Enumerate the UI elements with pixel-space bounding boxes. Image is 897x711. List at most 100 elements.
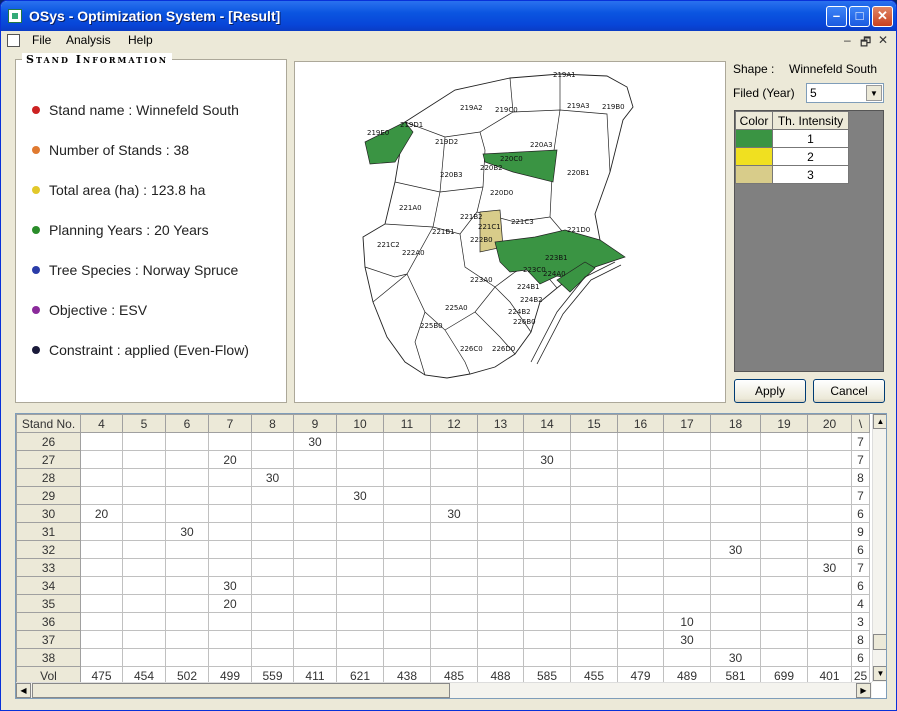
title-bar[interactable]: OSys - Optimization System - [Result] – … (1, 1, 896, 31)
grid-cell[interactable] (80, 522, 123, 541)
grid-cell[interactable]: 20 (208, 594, 252, 613)
grid-cell[interactable] (807, 450, 852, 469)
table-row[interactable]: 26 30 7 (16, 432, 870, 451)
grid-cell[interactable]: 8 (851, 630, 870, 649)
grid-cell[interactable] (760, 504, 808, 523)
grid-cell[interactable] (383, 522, 431, 541)
grid-cell[interactable] (710, 450, 761, 469)
row-header-cell[interactable]: 38 (16, 648, 81, 667)
grid-cell[interactable] (477, 522, 524, 541)
grid-cell[interactable] (430, 576, 478, 595)
grid-cell[interactable] (251, 486, 294, 505)
grid-cell[interactable] (251, 504, 294, 523)
grid-cell[interactable] (293, 450, 337, 469)
grid-header-year[interactable]: 8 (251, 414, 294, 433)
grid-cell[interactable] (293, 558, 337, 577)
grid-cell[interactable] (165, 540, 209, 559)
grid-cell[interactable] (477, 630, 524, 649)
grid-cell[interactable] (165, 450, 209, 469)
grid-cell[interactable] (80, 648, 123, 667)
grid-cell[interactable] (760, 558, 808, 577)
grid-cell[interactable] (617, 648, 664, 667)
grid-cell[interactable] (383, 612, 431, 631)
grid-cell[interactable] (477, 468, 524, 487)
grid-cell[interactable] (663, 558, 711, 577)
grid-cell[interactable] (617, 450, 664, 469)
grid-cell[interactable] (663, 468, 711, 487)
grid-cell[interactable] (336, 648, 384, 667)
grid-cell[interactable] (430, 612, 478, 631)
grid-cell[interactable] (570, 540, 618, 559)
grid-cell[interactable] (523, 522, 571, 541)
grid-cell[interactable] (336, 558, 384, 577)
row-header-cell[interactable]: 27 (16, 450, 81, 469)
grid-cell[interactable] (760, 486, 808, 505)
table-row[interactable]: 28 30 8 (16, 468, 870, 487)
grid-cell[interactable] (617, 594, 664, 613)
grid-cell[interactable] (760, 432, 808, 451)
grid-cell[interactable] (430, 522, 478, 541)
grid-cell[interactable] (807, 486, 852, 505)
scroll-left-arrow-icon[interactable]: ◀ (16, 683, 31, 698)
table-row[interactable]: 29 30 7 (16, 486, 870, 505)
grid-cell[interactable] (122, 630, 166, 649)
row-header-cell[interactable]: 28 (16, 468, 81, 487)
grid-cell[interactable] (336, 468, 384, 487)
grid-cell[interactable] (617, 468, 664, 487)
grid-header-year[interactable]: 5 (122, 414, 166, 433)
grid-cell[interactable] (208, 432, 252, 451)
grid-cell[interactable] (430, 594, 478, 613)
grid-cell[interactable] (570, 468, 618, 487)
grid-cell[interactable] (80, 540, 123, 559)
grid-cell[interactable] (251, 648, 294, 667)
table-row[interactable]: 38 30 6 (16, 648, 870, 667)
grid-header-year[interactable]: 20 (807, 414, 852, 433)
grid-cell[interactable]: 6 (851, 648, 870, 667)
vertical-scroll-thumb[interactable] (873, 634, 886, 650)
grid-cell[interactable] (760, 540, 808, 559)
grid-cell[interactable] (570, 558, 618, 577)
grid-cell[interactable] (807, 540, 852, 559)
grid-cell[interactable] (165, 612, 209, 631)
grid-cell[interactable] (807, 504, 852, 523)
grid-cell[interactable] (80, 558, 123, 577)
grid-cell[interactable] (617, 432, 664, 451)
horizontal-scroll-thumb[interactable] (32, 683, 450, 698)
grid-cell[interactable] (710, 504, 761, 523)
grid-cell[interactable] (617, 522, 664, 541)
grid-cell[interactable] (336, 504, 384, 523)
grid-cell[interactable] (165, 648, 209, 667)
dropdown-arrow-icon[interactable]: ▼ (866, 85, 882, 101)
grid-cell[interactable] (663, 522, 711, 541)
grid-cell[interactable] (122, 522, 166, 541)
grid-cell[interactable] (251, 594, 294, 613)
table-row[interactable]: 35 20 4 (16, 594, 870, 613)
grid-cell[interactable] (122, 558, 166, 577)
grid-cell[interactable] (165, 504, 209, 523)
result-grid[interactable]: Stand No. 4 5 6 7 8 9 10 11 12 13 14 15 16 17 18 19 20 \ 2… (15, 413, 887, 699)
mdi-close-button[interactable]: ✕ (878, 33, 888, 47)
grid-cell[interactable] (617, 576, 664, 595)
grid-cell[interactable] (293, 486, 337, 505)
grid-header-year[interactable]: 9 (293, 414, 337, 433)
grid-cell[interactable] (251, 612, 294, 631)
grid-cell[interactable] (430, 630, 478, 649)
grid-cell[interactable] (570, 504, 618, 523)
cancel-button[interactable]: Cancel (813, 379, 885, 403)
grid-cell[interactable] (251, 450, 294, 469)
grid-cell[interactable] (663, 432, 711, 451)
mdi-restore-button[interactable]: 🗗 (860, 33, 871, 54)
grid-header-year[interactable]: 17 (663, 414, 711, 433)
grid-cell[interactable]: 30 (165, 522, 209, 541)
grid-cell[interactable] (336, 630, 384, 649)
grid-cell[interactable] (523, 432, 571, 451)
grid-cell[interactable] (807, 612, 852, 631)
grid-cell[interactable] (208, 504, 252, 523)
grid-cell[interactable] (570, 576, 618, 595)
grid-cell[interactable] (336, 612, 384, 631)
grid-cell[interactable] (293, 648, 337, 667)
grid-cell[interactable] (570, 432, 618, 451)
grid-cell[interactable] (336, 522, 384, 541)
grid-cell[interactable] (477, 450, 524, 469)
grid-cell[interactable] (807, 432, 852, 451)
